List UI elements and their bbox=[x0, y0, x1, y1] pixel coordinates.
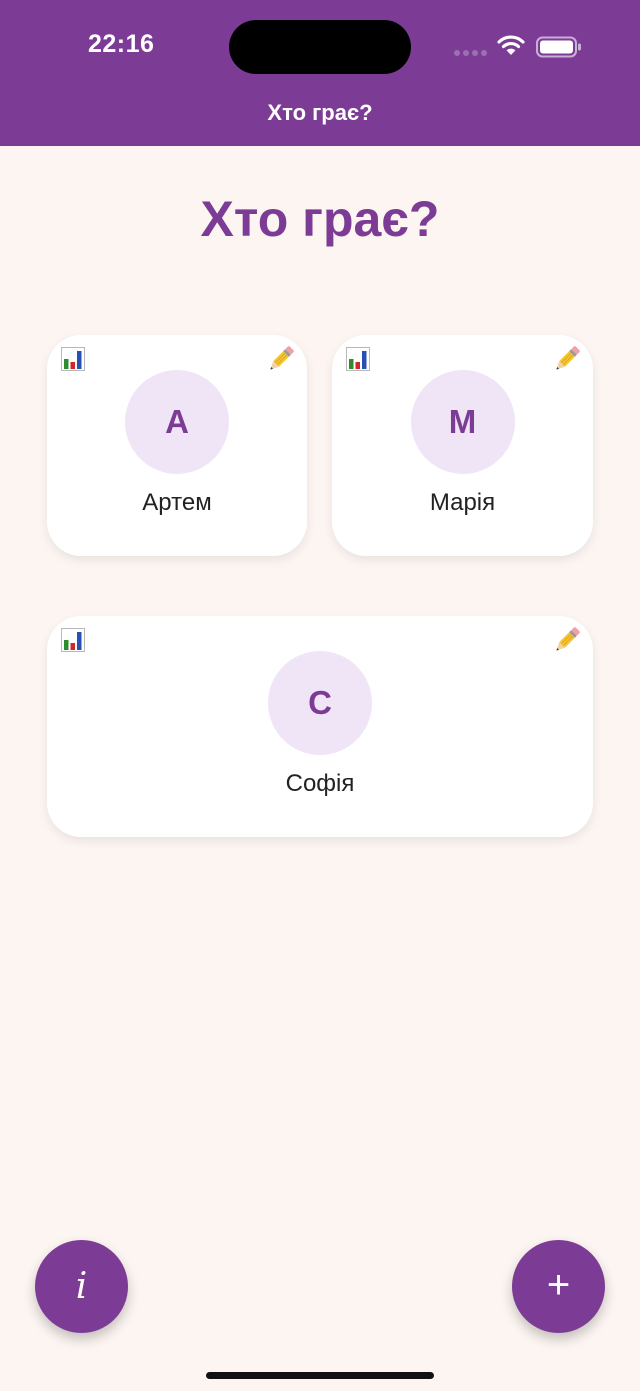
pencil-icon[interactable] bbox=[553, 345, 581, 373]
player-name: Марія bbox=[429, 489, 496, 516]
player-name: Артем bbox=[142, 489, 212, 516]
wifi-icon bbox=[497, 35, 525, 55]
avatar: А bbox=[125, 370, 229, 474]
dynamic-island bbox=[229, 20, 411, 74]
player-card-artem[interactable]: А Артем bbox=[47, 335, 307, 556]
bar-chart-icon[interactable] bbox=[346, 347, 370, 371]
avatar: С bbox=[268, 651, 372, 755]
add-player-button[interactable]: + bbox=[512, 1240, 605, 1333]
bar-chart-icon[interactable] bbox=[61, 347, 85, 371]
home-indicator bbox=[206, 1372, 434, 1379]
player-name: Софія bbox=[285, 770, 355, 797]
status-time: 22:16 bbox=[88, 30, 155, 58]
bar-chart-icon[interactable] bbox=[61, 628, 85, 652]
avatar: М bbox=[410, 370, 515, 474]
nav-title: Хто грає? bbox=[267, 100, 373, 125]
pencil-icon[interactable] bbox=[267, 345, 295, 373]
top-bar: 22:16 Хто грає? bbox=[0, 0, 640, 146]
battery-icon bbox=[536, 36, 581, 58]
page-title: Хто грає? bbox=[200, 191, 440, 247]
player-card-mariia[interactable]: М Марія bbox=[332, 335, 593, 556]
player-card-sofiia[interactable]: С Софія bbox=[47, 616, 593, 837]
cellular-signal-icon bbox=[454, 50, 488, 58]
pencil-icon[interactable] bbox=[553, 626, 581, 654]
info-button[interactable]: i bbox=[35, 1240, 128, 1333]
